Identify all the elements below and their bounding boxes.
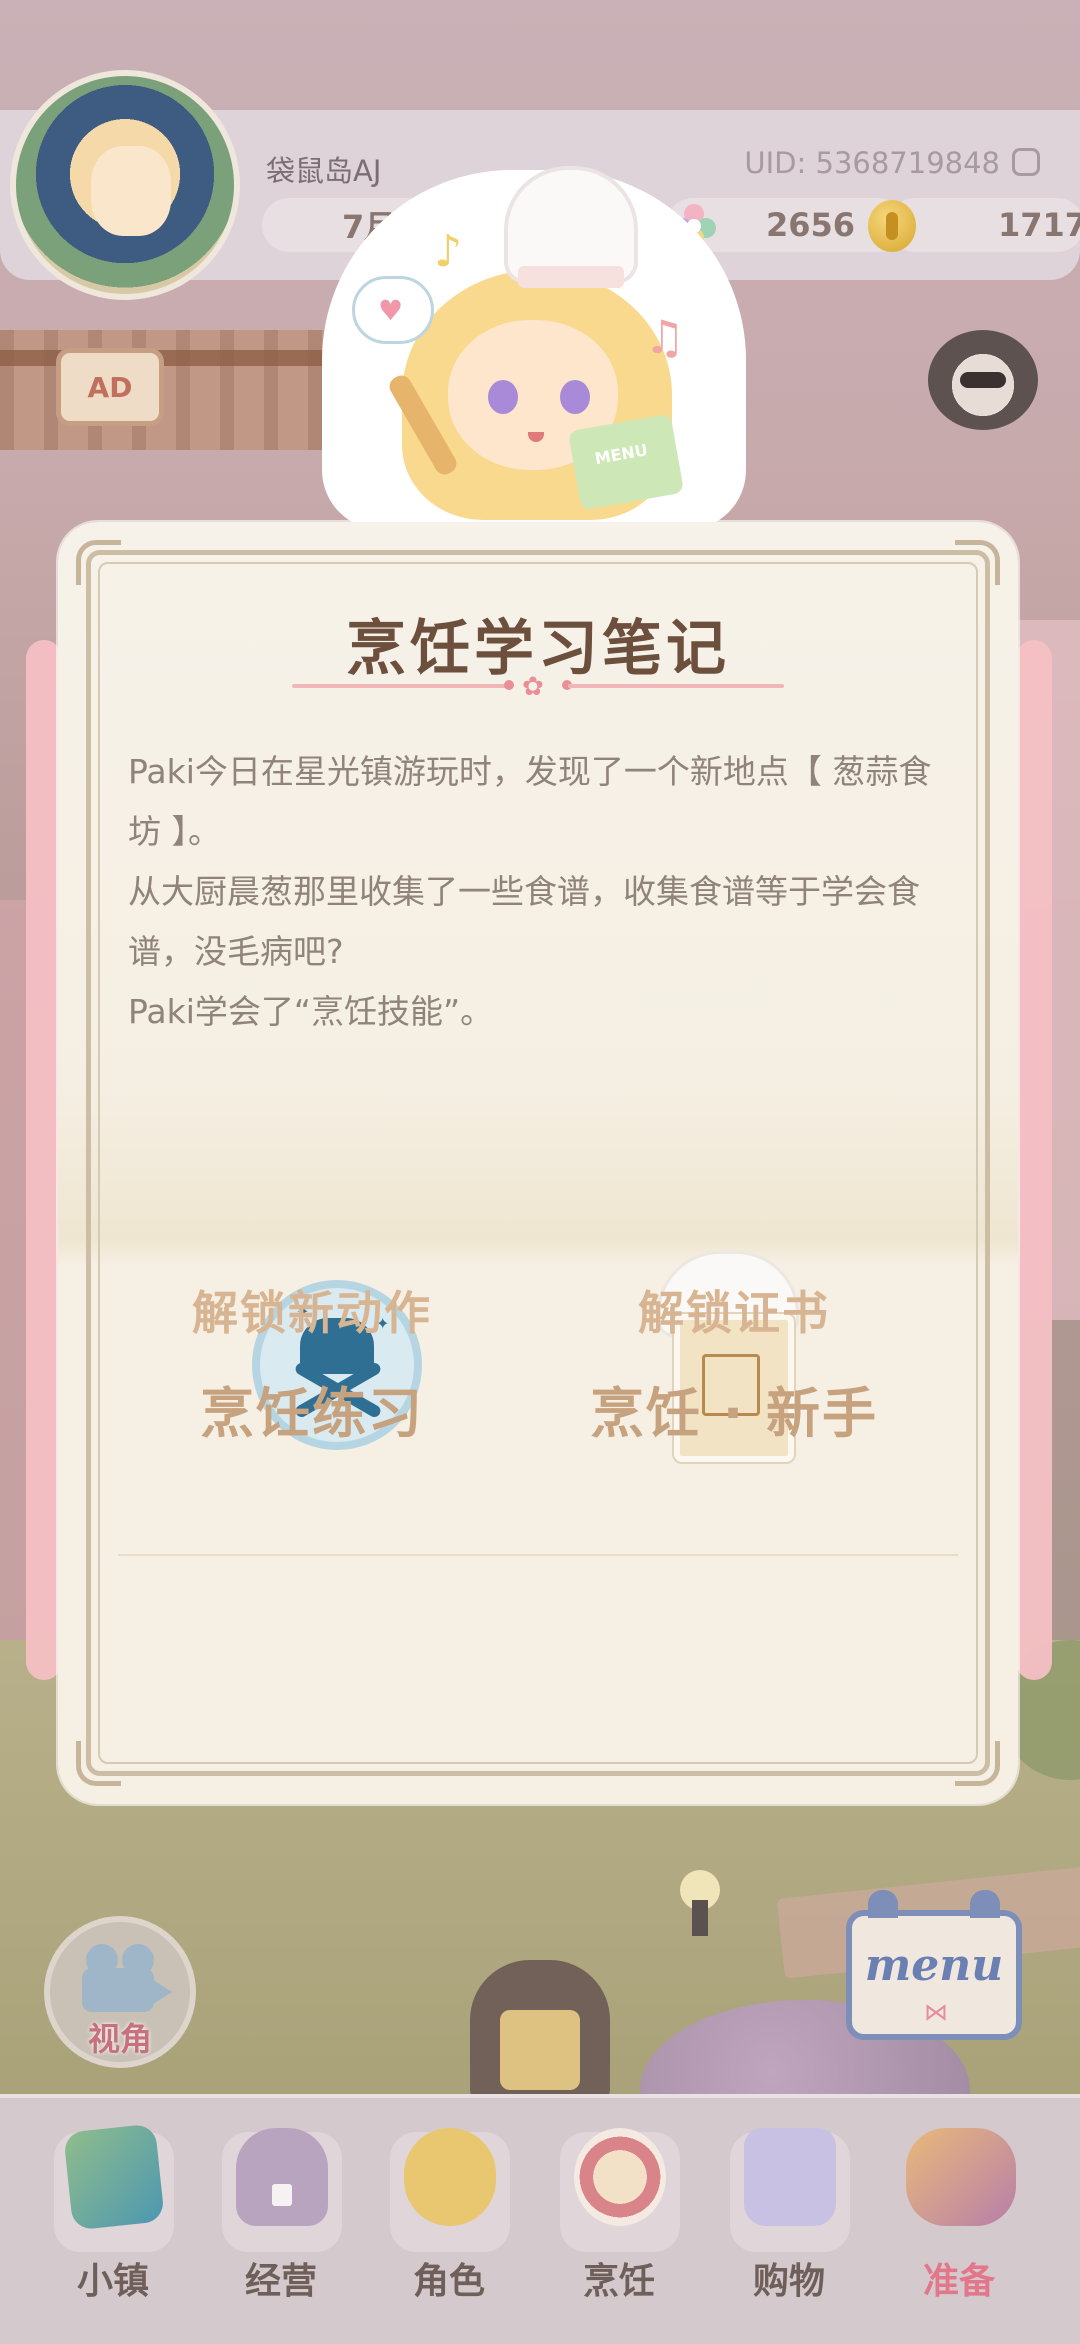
nav-item-shopping[interactable]: 购物 bbox=[714, 2118, 864, 2318]
bow-icon: ⋈ bbox=[924, 1998, 948, 2026]
reward-divider bbox=[118, 1554, 958, 1556]
chef-eye-left bbox=[488, 380, 518, 414]
reward-new-action: 解锁新动作 烹饪练习 bbox=[112, 1277, 512, 1448]
camera-label: 视角 bbox=[87, 2020, 152, 2058]
player-uid: UID: 5368719848 bbox=[744, 146, 1000, 180]
hat-locked-icon bbox=[236, 2128, 328, 2226]
sandwich-icon bbox=[574, 2128, 666, 2226]
player-avatar[interactable] bbox=[10, 70, 240, 300]
prepare-basket-icon bbox=[906, 2128, 1016, 2226]
shopping-bag-icon bbox=[744, 2128, 836, 2226]
cat-chat-icon[interactable] bbox=[928, 330, 1038, 430]
flower-icon: ✿ bbox=[522, 672, 544, 702]
bottom-navigation: 小镇 经营 角色 烹饪 购物 准备 bbox=[0, 2094, 1080, 2344]
nav-label: 准备 bbox=[922, 2261, 995, 2302]
description-paragraph: 从大厨晨葱那里收集了一些食谱，收集食谱等于学会食谱，没毛病吧? bbox=[128, 872, 920, 971]
cat-ears bbox=[858, 1890, 1010, 1918]
menu-label: menu bbox=[864, 1940, 1004, 1991]
nav-item-prepare[interactable]: 准备 bbox=[884, 2118, 1034, 2318]
ornament-line bbox=[292, 684, 508, 688]
chef-character-sticker: ♥ ♪ ♫ MENU bbox=[322, 170, 746, 530]
cooking-note-dialog[interactable]: 烹饪学习笔记 ✿ Paki今日在星光镇游玩时，发现了一个新地点【 葱蒜食坊 】。… bbox=[58, 522, 1018, 1804]
reward-certificate: 解锁证书 烹饪 · 新手 bbox=[534, 1277, 934, 1448]
ornament-dot bbox=[504, 680, 514, 690]
reward-value: 烹饪练习 bbox=[200, 1382, 424, 1445]
nav-label: 购物 bbox=[752, 2261, 825, 2302]
book-label: MENU bbox=[593, 440, 650, 469]
chef-hat-band bbox=[518, 266, 624, 288]
gems-count: 2656 bbox=[766, 206, 856, 244]
nav-item-town[interactable]: 小镇 bbox=[38, 2118, 188, 2318]
nav-label: 经营 bbox=[244, 2261, 317, 2302]
heart-icon: ♥ bbox=[378, 294, 404, 327]
nav-item-character[interactable]: 角色 bbox=[374, 2118, 524, 2318]
lamp-post bbox=[692, 1900, 708, 1936]
character-icon bbox=[404, 2128, 496, 2226]
corner-ornament bbox=[76, 1741, 121, 1786]
nav-label: 角色 bbox=[412, 2261, 485, 2302]
corner-ornament bbox=[76, 540, 121, 585]
nav-item-business[interactable]: 经营 bbox=[206, 2118, 356, 2318]
description-paragraph: Paki今日在星光镇游玩时，发现了一个新地点【 葱蒜食坊 】。 bbox=[128, 752, 932, 851]
chef-hat-icon bbox=[508, 170, 634, 280]
ad-button[interactable]: AD bbox=[56, 348, 164, 426]
copy-icon[interactable] bbox=[1012, 148, 1040, 176]
nav-item-cooking[interactable]: 烹饪 bbox=[544, 2118, 694, 2318]
map-icon bbox=[63, 2123, 165, 2231]
music-note-icon: ♪ bbox=[434, 226, 463, 277]
lantern-light bbox=[500, 2010, 580, 2090]
avatar-face bbox=[91, 146, 171, 236]
nav-label: 小镇 bbox=[76, 2261, 149, 2302]
reward-label: 解锁新动作 bbox=[192, 1286, 432, 1340]
music-notes-icon: ♫ bbox=[644, 310, 686, 364]
reward-label: 解锁证书 bbox=[638, 1286, 830, 1340]
corner-ornament bbox=[955, 1741, 1000, 1786]
camera-icon bbox=[82, 1968, 154, 2012]
title-ornament: ✿ bbox=[282, 670, 794, 702]
camera-view-button[interactable]: 视角 bbox=[44, 1916, 196, 2068]
coins-pill[interactable]: 1717 bbox=[888, 198, 1080, 252]
reward-value: 烹饪 · 新手 bbox=[589, 1382, 879, 1445]
dialog-description: Paki今日在星光镇游玩时，发现了一个新地点【 葱蒜食坊 】。 从大厨晨葱那里收… bbox=[128, 742, 948, 1042]
ornament-line bbox=[568, 684, 784, 688]
card-stack-right-edge bbox=[1016, 640, 1052, 1680]
coins-count: 1717 bbox=[998, 206, 1080, 244]
corner-ornament bbox=[955, 540, 1000, 585]
card-stack-left-edge bbox=[26, 640, 62, 1680]
chef-eye-right bbox=[560, 380, 590, 414]
description-paragraph: Paki学会了“烹饪技能”。 bbox=[128, 992, 494, 1031]
menu-button[interactable]: menu ⋈ bbox=[846, 1890, 1022, 2040]
coin-icon bbox=[868, 200, 916, 252]
nav-label: 烹饪 bbox=[582, 2261, 655, 2302]
camera-lens bbox=[150, 1978, 172, 2006]
